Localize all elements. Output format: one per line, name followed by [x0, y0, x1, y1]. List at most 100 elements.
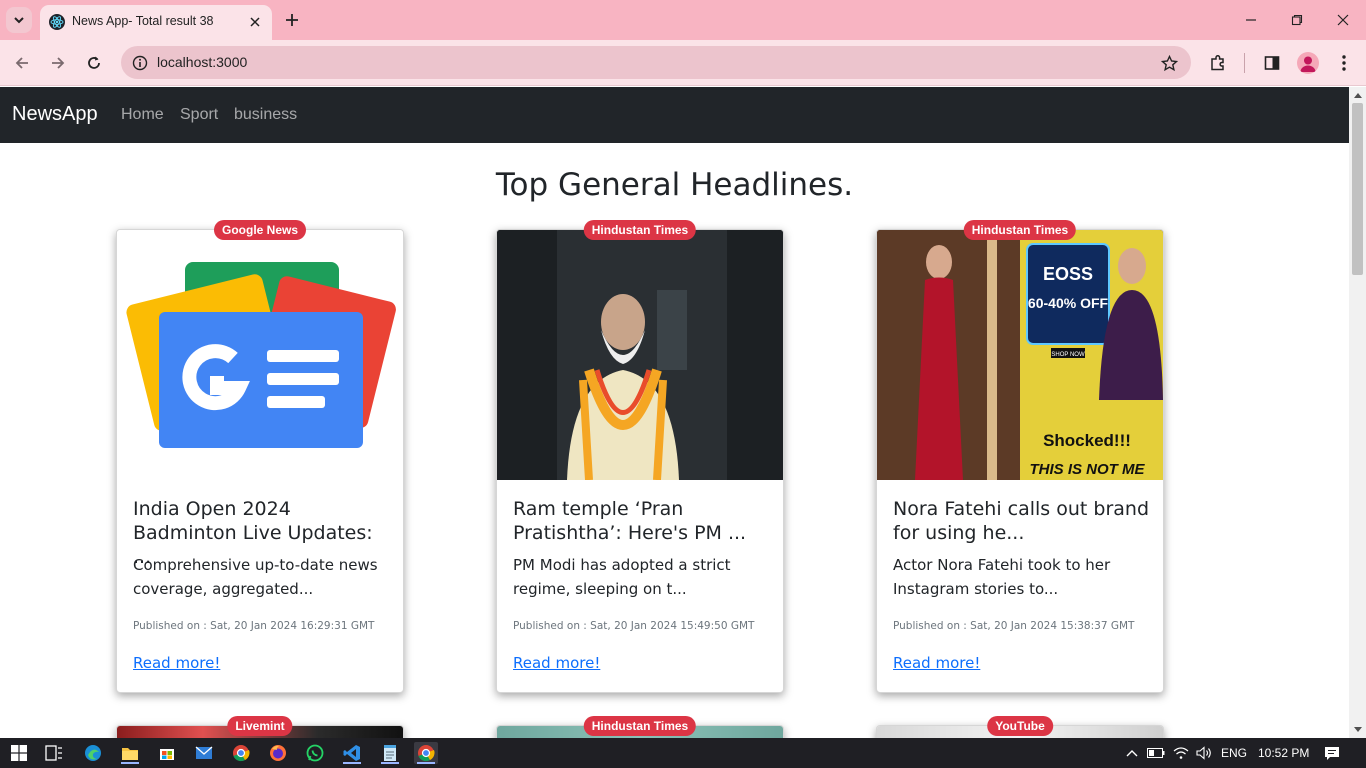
source-badge: Hindustan Times [583, 220, 697, 240]
published-date: Published on : Sat, 20 Jan 2024 15:38:37… [893, 620, 1135, 632]
minimize-icon [1246, 19, 1256, 21]
whatsapp-icon [306, 744, 324, 762]
scroll-up-button[interactable] [1349, 87, 1366, 103]
speaker-icon [1196, 746, 1211, 760]
ad-discount-text: 60-40% OFF [1028, 295, 1109, 311]
firefox-taskbar-button[interactable] [266, 742, 290, 764]
store-bag-icon [160, 749, 174, 760]
restore-button[interactable] [1287, 10, 1307, 30]
active-indicator [343, 762, 361, 764]
address-bar[interactable]: localhost:3000 [121, 46, 1191, 79]
store-taskbar-button[interactable] [155, 742, 179, 764]
chevron-up-icon [1126, 750, 1138, 757]
toolbar-separator [1244, 53, 1245, 73]
chrome-icon [233, 745, 250, 762]
mail-taskbar-button[interactable] [192, 742, 216, 764]
nav-link-sport[interactable]: Sport [180, 106, 218, 124]
react-logo-icon [49, 14, 65, 30]
ad-shocked-text: Shocked!!! [1043, 431, 1131, 450]
edge-taskbar-button[interactable] [81, 742, 105, 764]
browser-menu-button[interactable] [1332, 51, 1356, 75]
news-description: PM Modi has adopted a strict regime, sle… [513, 556, 731, 598]
folder-icon [122, 748, 138, 760]
extensions-button[interactable] [1206, 51, 1230, 75]
active-indicator [381, 762, 399, 764]
volume-button[interactable] [1192, 742, 1216, 764]
site-navbar: NewsApp Home Sport business [0, 87, 1349, 143]
input-language-indicator[interactable]: ENG [1221, 746, 1247, 760]
close-icon [250, 17, 260, 27]
show-hidden-icons-button[interactable] [1120, 742, 1144, 764]
browser-toolbar: localhost:3000 [0, 40, 1366, 86]
info-icon [132, 55, 147, 70]
scroll-down-button[interactable] [1349, 722, 1366, 738]
news-card: Hindustan Times Ram temple ‘Pran Pratish… [496, 220, 784, 693]
source-badge: Hindustan Times [963, 220, 1077, 240]
side-panel-icon [1264, 56, 1280, 70]
chrome-active-taskbar-button[interactable] [414, 742, 438, 764]
source-badge: Hindustan Times [583, 716, 697, 736]
puzzle-icon [1211, 54, 1224, 71]
fashion-ad-photo-icon: EOSS 60-40% OFF SHOP NOW Shocked!!! THIS… [877, 230, 1163, 480]
network-button[interactable] [1169, 742, 1193, 764]
read-more-link[interactable]: Read more! [133, 654, 220, 672]
file-explorer-taskbar-button[interactable] [118, 742, 142, 764]
source-badge: Google News [213, 220, 307, 240]
browser-tab[interactable]: News App- Total result 38 [40, 5, 272, 40]
tab-close-button[interactable] [246, 13, 264, 31]
notepad-icon [384, 745, 396, 761]
back-arrow-icon [15, 57, 28, 69]
plus-icon [286, 14, 298, 26]
read-more-link[interactable]: Read more! [893, 654, 980, 672]
active-indicator [121, 762, 139, 764]
triangle-up-icon [1353, 93, 1362, 98]
new-tab-button[interactable] [282, 10, 302, 30]
tab-title: News App- Total result 38 [72, 14, 214, 28]
notification-center-button[interactable] [1320, 742, 1344, 764]
back-button[interactable] [10, 51, 34, 75]
bookmark-button[interactable] [1159, 53, 1179, 73]
task-view-button[interactable] [42, 742, 66, 764]
notepad-taskbar-button[interactable] [378, 742, 402, 764]
side-panel-button[interactable] [1260, 51, 1284, 75]
mail-icon [195, 746, 213, 759]
news-card: Hindustan Times EOSS 60-40% OFF SHOP NOW… [876, 220, 1164, 693]
news-image [497, 230, 783, 480]
browser-tab-bar: News App- Total result 38 [0, 0, 1366, 40]
whatsapp-taskbar-button[interactable] [303, 742, 327, 764]
page-scrollbar[interactable] [1349, 87, 1366, 738]
news-image [117, 230, 403, 480]
vscode-taskbar-button[interactable] [340, 742, 364, 764]
scrollbar-thumb[interactable] [1352, 103, 1363, 275]
windows-taskbar: ENG 10:52 PM [0, 738, 1366, 768]
person-icon [1300, 56, 1316, 72]
chat-bubble-icon [1325, 746, 1339, 760]
news-card: Google News India Open 2024 Badminton Li… [116, 220, 404, 693]
minimize-button[interactable] [1241, 10, 1261, 30]
nav-link-business[interactable]: business [234, 106, 297, 124]
start-button[interactable] [7, 742, 31, 764]
forward-arrow-icon [52, 57, 65, 69]
profile-avatar[interactable] [1297, 52, 1319, 74]
tab-search-button[interactable] [6, 7, 32, 33]
taskbar-clock[interactable]: 10:52 PM [1258, 746, 1309, 760]
close-window-button[interactable] [1333, 10, 1353, 30]
nav-link-home[interactable]: Home [121, 106, 164, 124]
brand-logo-text[interactable]: NewsApp [12, 103, 98, 126]
battery-button[interactable] [1144, 742, 1168, 764]
site-info-button[interactable] [129, 52, 150, 73]
page-heading: Top General Headlines. [495, 167, 854, 203]
news-image: EOSS 60-40% OFF SHOP NOW Shocked!!! THIS… [877, 230, 1163, 480]
active-indicator [417, 762, 435, 764]
read-more-link[interactable]: Read more! [513, 654, 600, 672]
published-date: Published on : Sat, 20 Jan 2024 16:29:31… [133, 620, 375, 632]
page-viewport: NewsApp Home Sport business Top General … [0, 87, 1349, 738]
chrome-taskbar-button[interactable] [229, 742, 253, 764]
reload-icon [88, 56, 100, 69]
news-description: Comprehensive up-to-date news coverage, … [133, 556, 378, 598]
google-news-logo-icon [117, 230, 403, 480]
forward-button[interactable] [46, 51, 70, 75]
reload-button[interactable] [82, 51, 106, 75]
url-text[interactable]: localhost:3000 [157, 54, 247, 70]
news-description: Actor Nora Fatehi took to her Instagram … [893, 556, 1111, 598]
